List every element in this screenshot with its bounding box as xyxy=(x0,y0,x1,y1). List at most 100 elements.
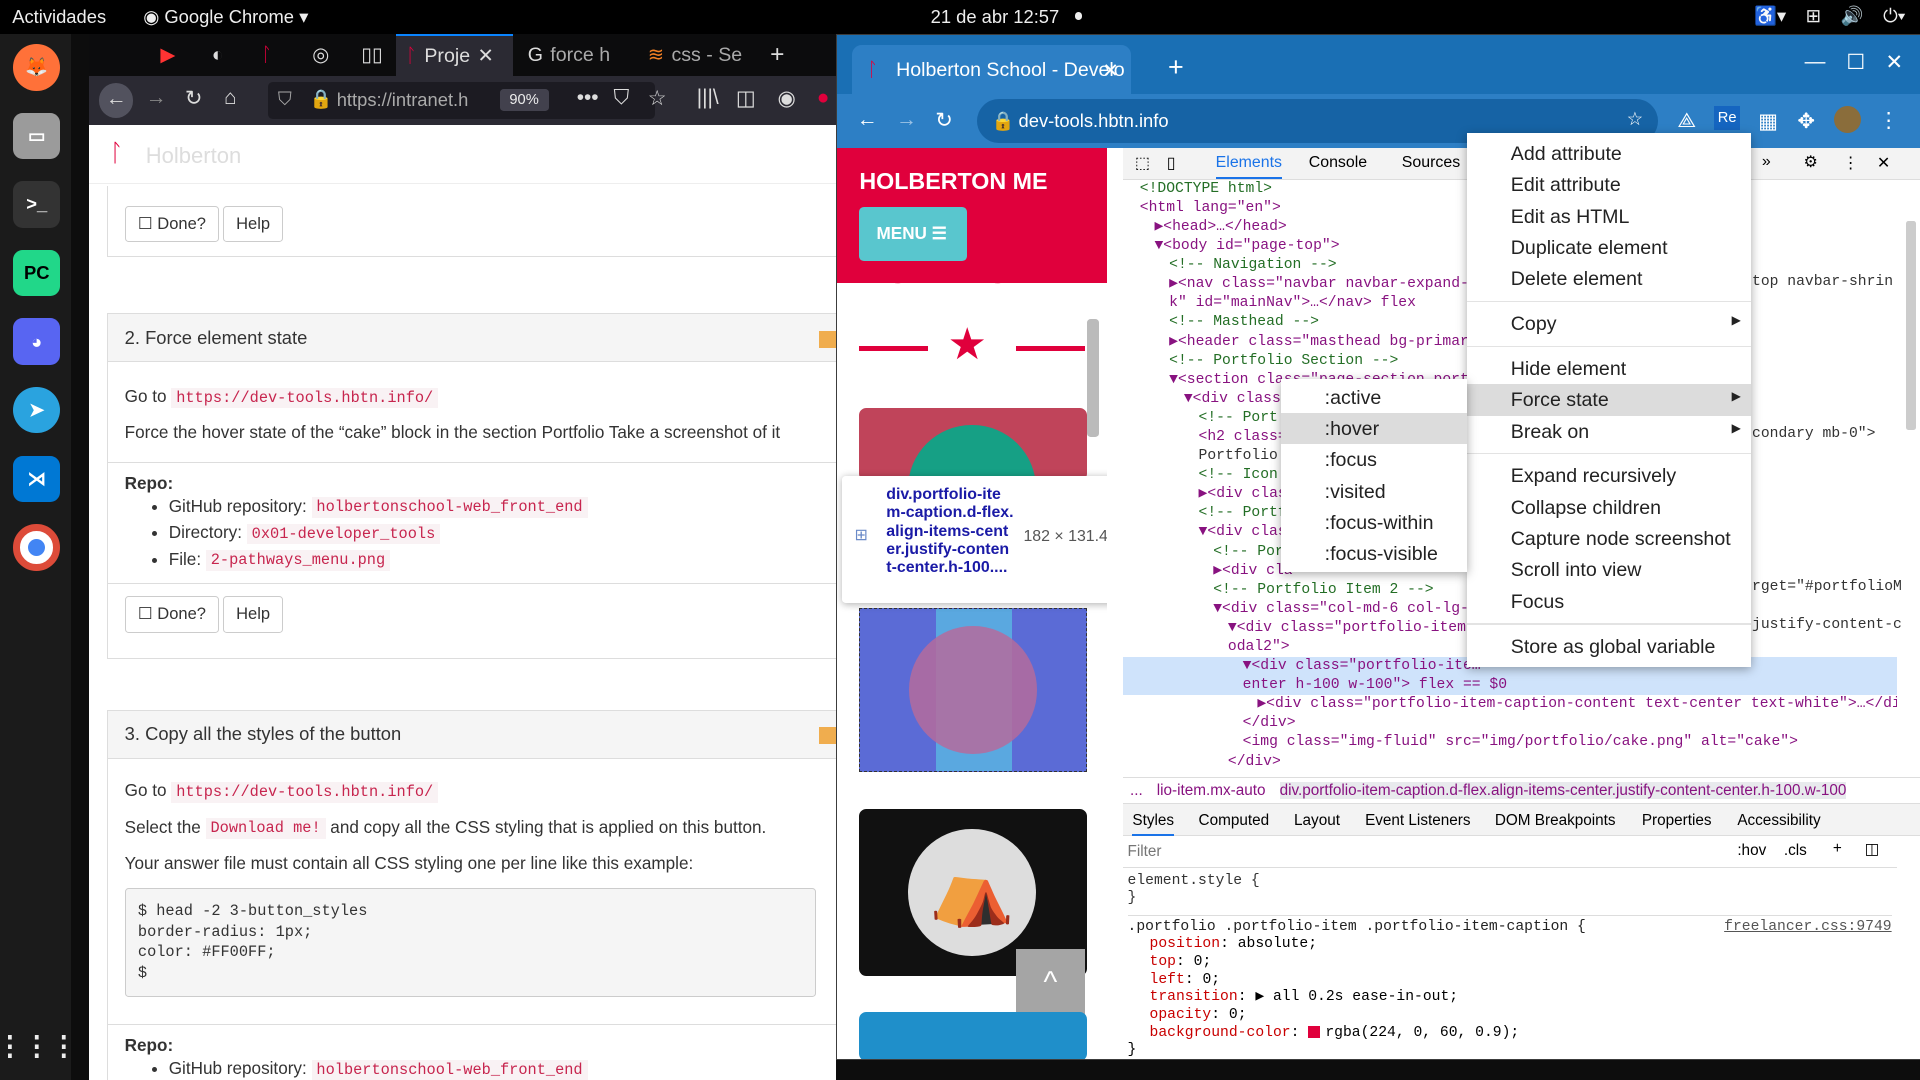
activities-button[interactable]: Actividades xyxy=(12,6,106,28)
sidebar-icon[interactable]: ◫ xyxy=(736,86,756,111)
dom-node-line[interactable]: ▶<div class="portfolio-item-caption-cont… xyxy=(1123,695,1896,714)
menu-item[interactable]: Focus xyxy=(1467,586,1751,617)
css-property[interactable]: top: 0; xyxy=(1128,954,1892,972)
tab-properties[interactable]: Properties xyxy=(1642,812,1712,830)
menu-item[interactable]: Expand recursively xyxy=(1467,461,1751,492)
tab-styles[interactable]: Styles xyxy=(1132,812,1175,837)
maximize-icon[interactable]: ☐ xyxy=(1846,50,1865,75)
chrome-menu-icon[interactable]: ⋮ xyxy=(1878,108,1899,133)
avatar[interactable] xyxy=(1834,106,1861,134)
css-property[interactable]: background-color: rgba(224, 0, 60, 0.9); xyxy=(1128,1025,1892,1043)
power-icon[interactable]: ⏻▾ xyxy=(1883,5,1905,27)
css-property[interactable]: left: 0; xyxy=(1128,972,1892,990)
dom-node-line[interactable]: </div> xyxy=(1123,753,1897,772)
reader-icon[interactable]: ▯▯ xyxy=(351,34,392,76)
rule-source-link[interactable]: freelancer.css:9749 xyxy=(1724,919,1891,937)
tab-css[interactable]: ≋ css - Se xyxy=(638,34,753,76)
puzzle-icon[interactable]: ✥ xyxy=(1797,109,1814,134)
show-apps-icon[interactable]: ⋮⋮⋮ xyxy=(0,1024,77,1071)
menu-item[interactable]: Copy ▶ xyxy=(1467,308,1751,339)
portfolio-item-game[interactable] xyxy=(859,1012,1088,1059)
forward-icon[interactable]: → xyxy=(896,108,917,132)
cls-toggle[interactable]: .cls xyxy=(1784,842,1807,860)
network-icon[interactable]: ⊞ xyxy=(1806,5,1821,27)
menu-item[interactable]: Collapse children xyxy=(1467,492,1751,523)
inspect-icon[interactable]: ⬚ xyxy=(1135,153,1150,173)
home-icon[interactable]: ⌂ xyxy=(224,86,237,110)
back-icon[interactable]: ← xyxy=(99,83,134,118)
youtube-icon[interactable]: ▶ xyxy=(151,34,186,76)
help-button[interactable]: Help xyxy=(222,205,284,243)
pycharm-icon[interactable]: PC xyxy=(13,249,60,297)
bookmark-star-icon[interactable]: ☆ xyxy=(1627,108,1643,130)
close-window-icon[interactable]: ✕ xyxy=(1886,50,1903,75)
tab-computed[interactable]: Computed xyxy=(1199,812,1270,830)
force-state-option[interactable]: :active xyxy=(1281,382,1467,413)
color-swatch[interactable] xyxy=(1308,1025,1321,1038)
menu-item[interactable]: Hide element xyxy=(1467,353,1751,384)
vscode-icon[interactable]: ⋊ xyxy=(13,455,60,503)
force-state-option[interactable]: :visited xyxy=(1281,476,1467,507)
volume-icon[interactable]: 🔊 xyxy=(1841,5,1864,27)
dom-node-line[interactable]: enter h-100 w-100"> flex == $0 xyxy=(1122,676,1897,696)
library-icon[interactable]: |||\ xyxy=(697,86,719,110)
force-state-option[interactable]: :hover xyxy=(1280,413,1467,445)
close-icon[interactable]: ✕ xyxy=(1877,153,1890,173)
tab-force[interactable]: Gforce h xyxy=(518,34,633,76)
dom-node-line[interactable]: </div> xyxy=(1123,714,1897,733)
accessibility-icon[interactable]: ♿▾ xyxy=(1754,5,1786,27)
new-tab-button[interactable]: + xyxy=(760,34,794,76)
force-state-option[interactable]: :focus-within xyxy=(1281,507,1467,538)
tab-project[interactable]: ᛚ Proje ✕ xyxy=(395,34,514,76)
reload-icon[interactable]: ↻ xyxy=(935,108,952,133)
task3-url[interactable]: https://dev-tools.hbtn.info/ xyxy=(171,782,439,803)
menu-item[interactable]: Break on ▶ xyxy=(1467,416,1751,447)
dom-node-line[interactable]: <img class="img-fluid" src="img/portfoli… xyxy=(1123,733,1897,752)
holberton-icon[interactable]: ᛚ xyxy=(251,34,282,76)
css-property[interactable]: transition: ▶ all 0.2s ease-in-out; xyxy=(1128,989,1892,1007)
account-icon[interactable]: ◉ xyxy=(778,86,796,111)
close-icon[interactable]: ✕ xyxy=(1103,59,1119,83)
discord-icon[interactable]: ◕ xyxy=(13,318,60,365)
menu-item[interactable]: Scroll into view xyxy=(1467,555,1751,586)
gear-icon[interactable]: ⚙ xyxy=(1803,152,1817,172)
telegram-icon[interactable]: ➤ xyxy=(13,386,60,434)
portfolio-item-cabin[interactable] xyxy=(859,407,1088,481)
tab-sources[interactable]: Sources xyxy=(1402,154,1460,172)
back-icon[interactable]: ← xyxy=(857,108,878,132)
github-icon[interactable]: ◐ xyxy=(202,34,233,76)
tab-event-listeners[interactable]: Event Listeners xyxy=(1365,812,1470,830)
tab-dom-breakpoints[interactable]: DOM Breakpoints xyxy=(1495,812,1616,830)
portfolio-item-cake[interactable] xyxy=(859,608,1088,773)
menu-item[interactable]: Edit as HTML xyxy=(1467,201,1751,232)
menu-item[interactable]: Add attribute xyxy=(1467,138,1751,169)
tab-elements[interactable]: Elements xyxy=(1215,154,1282,179)
bookmark-star-icon[interactable]: ☆ xyxy=(648,86,667,111)
extension-icon[interactable]: ● xyxy=(817,86,830,110)
help-button[interactable]: Help xyxy=(222,596,284,633)
tab-accessibility[interactable]: Accessibility xyxy=(1737,812,1820,830)
more-tabs-icon[interactable]: » xyxy=(1762,153,1771,171)
done-button[interactable]: ☐ Done? xyxy=(124,596,220,633)
menu-item[interactable]: Duplicate element xyxy=(1467,232,1751,263)
css-property[interactable]: opacity: 0; xyxy=(1128,1007,1892,1025)
tab-layout[interactable]: Layout xyxy=(1294,812,1340,830)
chrome-icon[interactable] xyxy=(13,524,60,571)
hov-toggle[interactable]: :hov xyxy=(1737,842,1766,860)
tab-console[interactable]: Console xyxy=(1309,154,1367,172)
force-state-option[interactable]: :focus-visible xyxy=(1281,539,1467,570)
force-state-option[interactable]: :focus xyxy=(1281,444,1467,475)
minimize-icon[interactable]: — xyxy=(1805,50,1826,74)
system-tray[interactable]: ♿▾ ⊞ 🔊 ⏻▾ xyxy=(1754,5,1905,27)
menu-button[interactable]: MENU ☰ xyxy=(859,206,968,261)
chrome-tab-icon[interactable]: ◎ xyxy=(302,34,339,76)
device-toolbar-icon[interactable]: ▯ xyxy=(1167,153,1176,173)
reload-icon[interactable]: ↻ xyxy=(185,86,202,111)
menu-item[interactable]: Capture node screenshot xyxy=(1467,523,1751,554)
kebab-icon[interactable]: ⋮ xyxy=(1843,153,1859,173)
menu-item[interactable]: Edit attribute xyxy=(1467,169,1751,200)
more-icon[interactable]: ••• xyxy=(577,86,599,110)
app-menu[interactable]: ◉ Google Chrome ▾ xyxy=(143,6,308,28)
toggle-sidebar-icon[interactable]: ◫ xyxy=(1865,840,1879,859)
menu-item[interactable]: Store as global variable xyxy=(1467,631,1751,662)
